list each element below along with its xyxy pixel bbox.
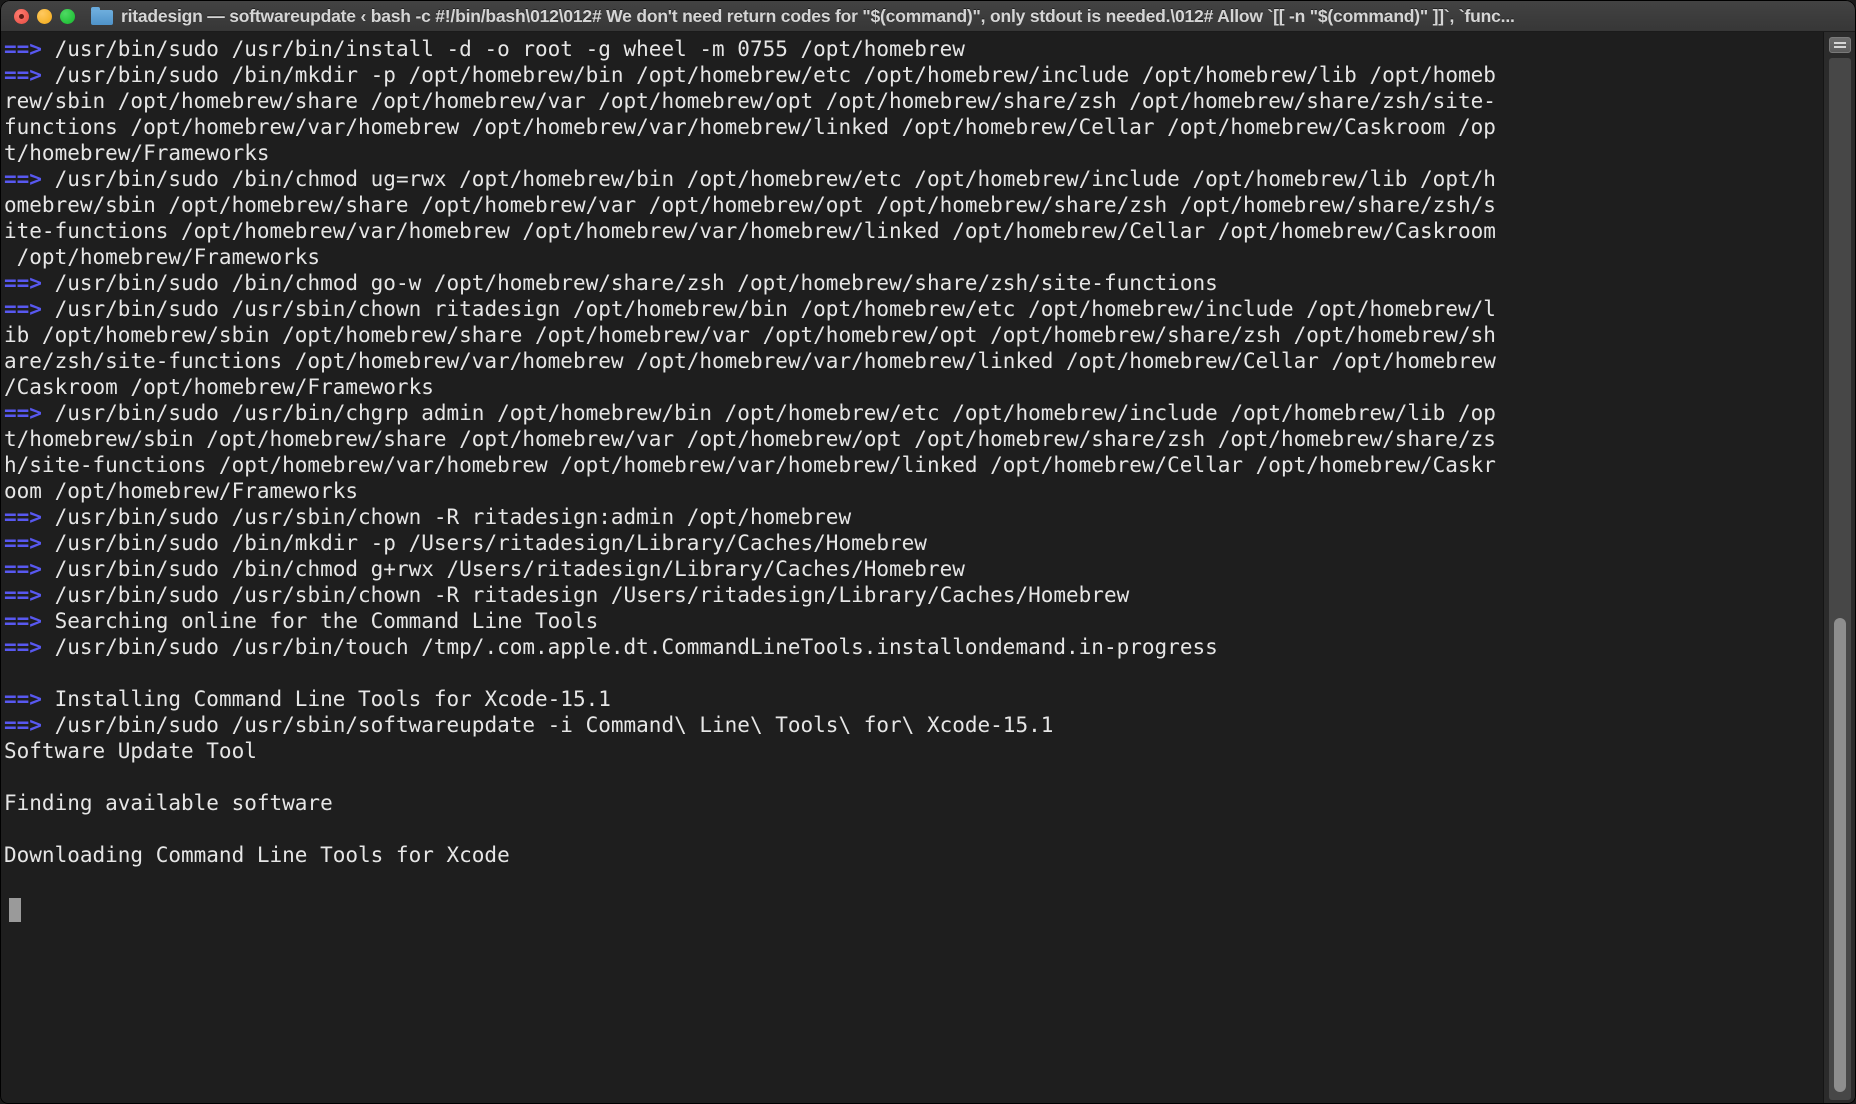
terminal-line-text: Finding available software	[4, 791, 333, 815]
terminal-line: ==> /usr/bin/sudo /bin/chmod g+rwx /User…	[4, 556, 1823, 582]
terminal-line: ==> /usr/bin/sudo /usr/sbin/chown ritade…	[4, 296, 1823, 322]
terminal-line-text: /usr/bin/sudo /bin/chmod go-w /opt/homeb…	[41, 271, 1218, 295]
terminal-line	[4, 868, 1823, 894]
scrollbar-track[interactable]	[1829, 58, 1851, 1100]
terminal-line-text: /usr/bin/sudo /usr/sbin/chown -R ritades…	[41, 505, 852, 529]
terminal-line-text	[4, 765, 17, 789]
terminal-line-text: oom /opt/homebrew/Frameworks	[4, 479, 359, 503]
terminal-line: h/site-functions /opt/homebrew/var/homeb…	[4, 452, 1823, 478]
terminal-line: rew/sbin /opt/homebrew/share /opt/homebr…	[4, 88, 1823, 114]
terminal-line: ==> /usr/bin/sudo /usr/sbin/softwareupda…	[4, 712, 1823, 738]
terminal-line: ==> /usr/bin/sudo /usr/bin/install -d -o…	[4, 36, 1823, 62]
prompt-marker: ==>	[4, 583, 42, 607]
prompt-marker: ==>	[4, 271, 42, 295]
terminal-line-text: /usr/bin/sudo /bin/mkdir -p /Users/ritad…	[41, 531, 927, 555]
terminal-line-text: /usr/bin/sudo /usr/bin/chgrp admin /opt/…	[41, 401, 1496, 425]
terminal-line-text: /usr/bin/sudo /usr/sbin/chown ritadesign…	[41, 297, 1496, 321]
terminal-line-text: Installing Command Line Tools for Xcode-…	[41, 687, 611, 711]
terminal-line-text: omebrew/sbin /opt/homebrew/share /opt/ho…	[4, 193, 1496, 217]
terminal-line: Downloading Command Line Tools for Xcode	[4, 842, 1823, 868]
terminal-line: ==> /usr/bin/sudo /usr/bin/touch /tmp/.c…	[4, 634, 1823, 660]
terminal-line-text: ib /opt/homebrew/sbin /opt/homebrew/shar…	[4, 323, 1496, 347]
terminal-line: Software Update Tool	[4, 738, 1823, 764]
terminal-output[interactable]: ==> /usr/bin/sudo /usr/bin/install -d -o…	[0, 32, 1823, 1104]
scroll-settings-button[interactable]	[1829, 37, 1851, 53]
terminal-line-text: Downloading Command Line Tools for Xcode	[4, 843, 510, 867]
window-body: ==> /usr/bin/sudo /usr/bin/install -d -o…	[0, 32, 1856, 1104]
vertical-scrollbar[interactable]	[1823, 32, 1856, 1104]
terminal-line-text: t/homebrew/Frameworks	[4, 141, 270, 165]
terminal-line-text: rew/sbin /opt/homebrew/share /opt/homebr…	[4, 89, 1496, 113]
traffic-light-group	[14, 8, 75, 24]
terminal-line-text: /usr/bin/sudo /bin/mkdir -p /opt/homebre…	[41, 63, 1496, 87]
prompt-marker: ==>	[4, 609, 42, 633]
window-titlebar[interactable]: ritadesign — softwareupdate ‹ bash -c #!…	[0, 0, 1856, 32]
folder-icon	[91, 7, 113, 25]
terminal-line: ==> /usr/bin/sudo /bin/chmod ug=rwx /opt…	[4, 166, 1823, 192]
prompt-marker: ==>	[4, 505, 42, 529]
terminal-line: ==> /usr/bin/sudo /bin/mkdir -p /Users/r…	[4, 530, 1823, 556]
terminal-line-text	[4, 661, 17, 685]
terminal-line	[4, 660, 1823, 686]
prompt-marker: ==>	[4, 713, 42, 737]
prompt-marker: ==>	[4, 557, 42, 581]
terminal-line: ib /opt/homebrew/sbin /opt/homebrew/shar…	[4, 322, 1823, 348]
terminal-line: t/homebrew/sbin /opt/homebrew/share /opt…	[4, 426, 1823, 452]
close-window-button[interactable]	[14, 8, 29, 24]
terminal-line-text: /usr/bin/sudo /usr/sbin/softwareupdate -…	[41, 713, 1054, 737]
terminal-cursor-line	[4, 894, 1823, 924]
prompt-marker: ==>	[4, 635, 42, 659]
terminal-line: ==> /usr/bin/sudo /usr/sbin/chown -R rit…	[4, 582, 1823, 608]
prompt-marker: ==>	[4, 297, 42, 321]
terminal-line	[4, 764, 1823, 790]
terminal-line: functions /opt/homebrew/var/homebrew /op…	[4, 114, 1823, 140]
terminal-line: ==> /usr/bin/sudo /bin/mkdir -p /opt/hom…	[4, 62, 1823, 88]
prompt-marker: ==>	[4, 37, 42, 61]
terminal-line: ite-functions /opt/homebrew/var/homebrew…	[4, 218, 1823, 244]
scrollbar-thumb[interactable]	[1834, 618, 1846, 1092]
terminal-line: are/zsh/site-functions /opt/homebrew/var…	[4, 348, 1823, 374]
terminal-line: ==> Searching online for the Command Lin…	[4, 608, 1823, 634]
terminal-line-text: /opt/homebrew/Frameworks	[4, 245, 321, 269]
terminal-line-text: /usr/bin/sudo /usr/bin/touch /tmp/.com.a…	[41, 635, 1218, 659]
terminal-line-text	[4, 817, 17, 841]
terminal-line-text: ite-functions /opt/homebrew/var/homebrew…	[4, 219, 1496, 243]
terminal-line: ==> Installing Command Line Tools for Xc…	[4, 686, 1823, 712]
terminal-line-text: /Caskroom /opt/homebrew/Frameworks	[4, 375, 434, 399]
prompt-marker: ==>	[4, 531, 42, 555]
terminal-line	[4, 816, 1823, 842]
terminal-line: /Caskroom /opt/homebrew/Frameworks	[4, 374, 1823, 400]
terminal-line-text: /usr/bin/sudo /usr/sbin/chown -R ritades…	[41, 583, 1130, 607]
terminal-line: Finding available software	[4, 790, 1823, 816]
terminal-line-text: /usr/bin/sudo /bin/chmod ug=rwx /opt/hom…	[41, 167, 1496, 191]
terminal-line-text: /usr/bin/sudo /bin/chmod g+rwx /Users/ri…	[41, 557, 965, 581]
prompt-marker: ==>	[4, 63, 42, 87]
terminal-line: omebrew/sbin /opt/homebrew/share /opt/ho…	[4, 192, 1823, 218]
minimize-window-button[interactable]	[37, 8, 52, 24]
terminal-line: ==> /usr/bin/sudo /usr/sbin/chown -R rit…	[4, 504, 1823, 530]
terminal-line-text: functions /opt/homebrew/var/homebrew /op…	[4, 115, 1496, 139]
window-title: ritadesign — softwareupdate ‹ bash -c #!…	[121, 6, 1515, 26]
terminal-line: oom /opt/homebrew/Frameworks	[4, 478, 1823, 504]
block-cursor	[9, 898, 21, 922]
prompt-marker: ==>	[4, 167, 42, 191]
zoom-window-button[interactable]	[60, 8, 75, 24]
terminal-line-text	[4, 869, 17, 893]
terminal-window: ritadesign — softwareupdate ‹ bash -c #!…	[0, 0, 1856, 1104]
terminal-line: ==> /usr/bin/sudo /usr/bin/chgrp admin /…	[4, 400, 1823, 426]
terminal-line-text: Software Update Tool	[4, 739, 257, 763]
terminal-line-text: are/zsh/site-functions /opt/homebrew/var…	[4, 349, 1496, 373]
prompt-marker: ==>	[4, 401, 42, 425]
terminal-line-text: t/homebrew/sbin /opt/homebrew/share /opt…	[4, 427, 1496, 451]
terminal-line: t/homebrew/Frameworks	[4, 140, 1823, 166]
terminal-line-text: /usr/bin/sudo /usr/bin/install -d -o roo…	[41, 37, 965, 61]
terminal-line: /opt/homebrew/Frameworks	[4, 244, 1823, 270]
prompt-marker: ==>	[4, 687, 42, 711]
terminal-line-text: h/site-functions /opt/homebrew/var/homeb…	[4, 453, 1496, 477]
terminal-line: ==> /usr/bin/sudo /bin/chmod go-w /opt/h…	[4, 270, 1823, 296]
terminal-line-text: Searching online for the Command Line To…	[41, 609, 599, 633]
